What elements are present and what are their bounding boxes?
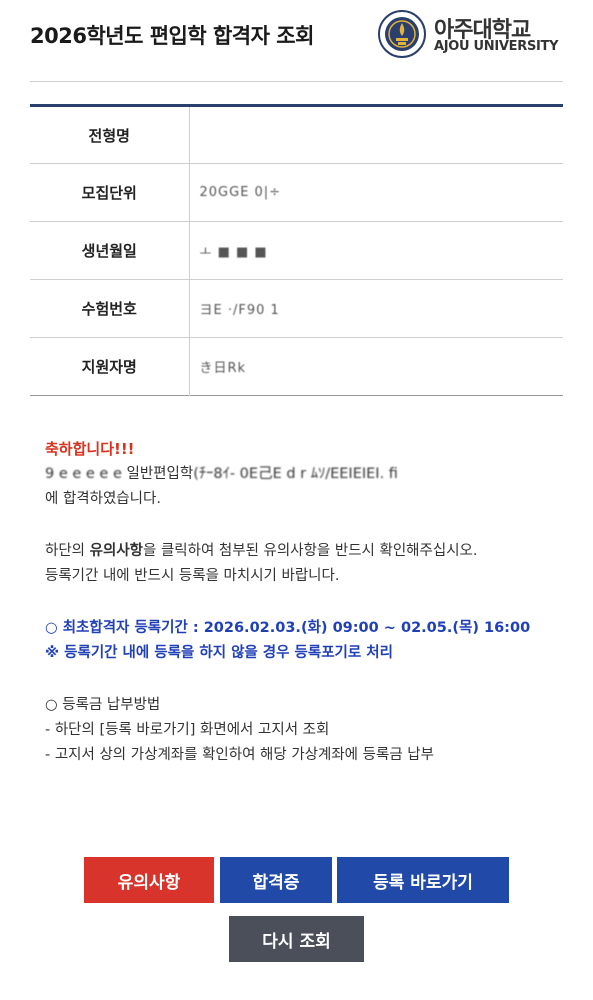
notice-post-text: 을 클릭하여 첨부된 유의사항을 반드시 확인해주십시오. bbox=[143, 543, 478, 559]
register-shortcut-button[interactable]: 등록 바로가기 bbox=[337, 857, 509, 903]
row-value-department: 20GGE 0|÷ bbox=[199, 185, 282, 200]
notice-pre-text: 하단의 bbox=[45, 543, 90, 559]
page-title: 2026학년도 편입학 합격자 조회 bbox=[30, 24, 314, 48]
header-divider bbox=[30, 81, 563, 82]
result-line-1: 9 e e e e e 일반편입학(ﾁｰ8ｲ- 0E己E d r ﾑｿ/EEIE… bbox=[45, 462, 565, 487]
row-label-applicant-name: 지원자명 bbox=[30, 337, 190, 396]
notice-instruction: 하단의 유의사항을 클릭하여 첨부된 유의사항을 반드시 확인해주십시오. bbox=[45, 539, 565, 564]
row-label-exam-number: 수험번호 bbox=[30, 279, 190, 338]
table-row: 수험번호 ヨE ·/F90 1 bbox=[30, 279, 563, 338]
redacted-text: 9 e e e e e bbox=[45, 466, 122, 482]
row-value-admission-type bbox=[189, 106, 563, 164]
university-seal-icon bbox=[378, 10, 426, 58]
payment-step-2: - 고지서 상의 가상계좌를 확인하여 해당 가상계좌에 등록금 납부 bbox=[45, 747, 434, 763]
payment-step-1: - 하단의 [등록 바로가기] 화면에서 고지서 조회 bbox=[45, 722, 330, 738]
row-label-birthdate: 생년월일 bbox=[30, 221, 190, 280]
notice-keyword: 유의사항 bbox=[89, 543, 144, 559]
row-label-department: 모집단위 bbox=[30, 163, 190, 222]
row-label-admission-type: 전형명 bbox=[30, 105, 190, 164]
admission-type-text: 일반편입학 bbox=[126, 466, 194, 482]
result-line-2: 에 합격하였습니다. bbox=[45, 491, 161, 507]
row-value-exam-number: ヨE ·/F90 1 bbox=[199, 303, 280, 318]
congrats-text: 축하합니다!!! bbox=[45, 440, 135, 458]
redacted-text: (ﾁｰ8ｲ- 0E己E d r ﾑｿ/EEIEIEI. fi bbox=[193, 466, 398, 482]
page-header: 2026학년도 편입학 합격자 조회 아주대학교 AJOU UNIVERSITY bbox=[0, 0, 593, 82]
university-logo: 아주대학교 AJOU UNIVERSITY bbox=[378, 10, 568, 60]
result-message: 축하합니다!!! 9 e e e e e 일반편입학(ﾁｰ8ｲ- 0E己E d … bbox=[45, 437, 565, 768]
registration-warning: ※ 등록기간 내에 등록을 하지 않을 경우 등록포기로 처리 bbox=[45, 645, 393, 661]
row-value-applicant-name: き日Rk bbox=[199, 361, 247, 376]
notice-button[interactable]: 유의사항 bbox=[84, 857, 214, 903]
table-row: 생년월일 ㅗ ■ ■ ■ bbox=[30, 221, 563, 280]
table-row: 지원자명 き日Rk bbox=[30, 337, 563, 396]
certificate-button[interactable]: 합격증 bbox=[220, 857, 332, 903]
table-row: 전형명 bbox=[30, 105, 563, 164]
notice-line-2: 등록기간 내에 반드시 등록을 마치시기 바랍니다. bbox=[45, 568, 340, 584]
applicant-info-table: 전형명 모집단위 20GGE 0|÷ 생년월일 ㅗ ■ ■ ■ 수험번호 ヨE … bbox=[30, 104, 563, 396]
payment-method-title: ○ 등록금 납부방법 bbox=[45, 697, 161, 713]
registration-period: ○ 최초합격자 등록기간 : 2026.02.03.(화) 09:00 ~ 02… bbox=[45, 620, 531, 636]
search-again-button[interactable]: 다시 조회 bbox=[229, 916, 364, 962]
row-value-birthdate: ㅗ ■ ■ ■ bbox=[199, 245, 268, 260]
logo-english-name: AJOU UNIVERSITY bbox=[434, 39, 559, 54]
table-row: 모집단위 20GGE 0|÷ bbox=[30, 163, 563, 222]
